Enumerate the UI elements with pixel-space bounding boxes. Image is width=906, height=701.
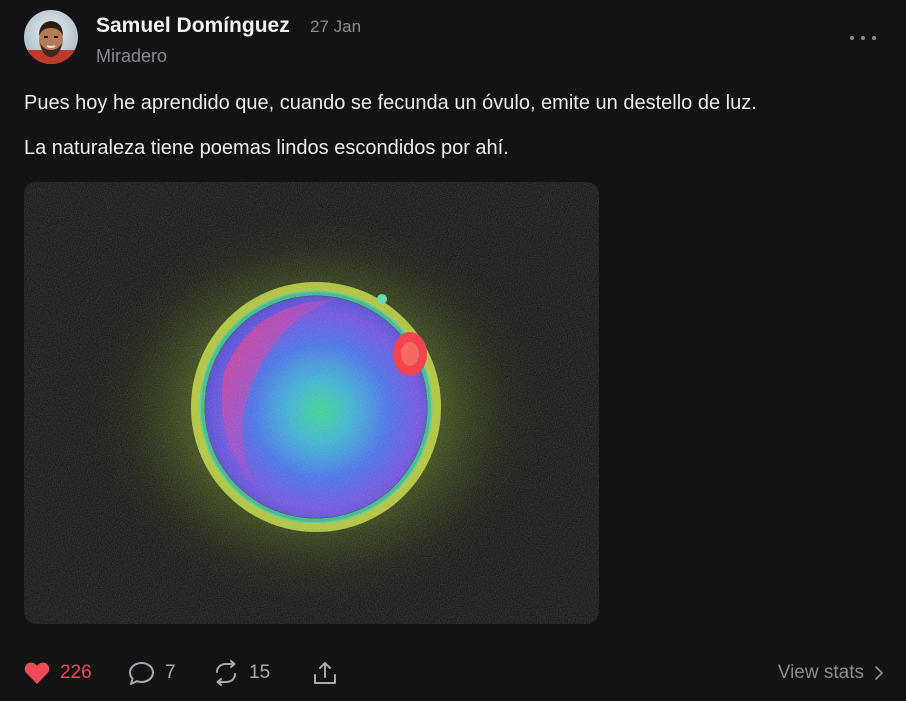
publication-name[interactable]: Miradero xyxy=(96,46,167,67)
comment-button[interactable]: 7 xyxy=(128,656,176,690)
more-options-button[interactable] xyxy=(850,28,876,48)
comment-count: 7 xyxy=(165,662,176,683)
avatar-image xyxy=(24,10,78,64)
like-button[interactable]: 226 xyxy=(24,656,92,690)
share-button[interactable] xyxy=(312,656,338,690)
share-upload-icon xyxy=(314,662,336,684)
author-name[interactable]: Samuel Domínguez xyxy=(96,14,290,38)
more-horizontal-icon xyxy=(872,36,876,40)
post-card: Samuel Domínguez 27 Jan Miradero Pues ho… xyxy=(0,0,906,701)
chevron-right-icon xyxy=(875,666,883,680)
view-stats-label: View stats xyxy=(777,662,864,683)
post-paragraph: Pues hoy he aprendido que, cuando se fec… xyxy=(24,92,757,114)
heart-icon xyxy=(24,662,50,684)
post-date: 27 Jan xyxy=(310,17,362,36)
fertilized-egg-glow-image xyxy=(24,182,599,624)
comment-bubble-icon xyxy=(129,661,154,685)
view-stats-link[interactable]: View stats xyxy=(778,656,884,690)
more-horizontal-icon xyxy=(850,36,854,40)
avatar[interactable] xyxy=(24,10,78,64)
post-image[interactable] xyxy=(24,182,599,624)
more-horizontal-icon xyxy=(861,36,865,40)
post-paragraph: La naturaleza tiene poemas lindos escond… xyxy=(24,137,509,159)
post-actions: 226 7 15 View stats xyxy=(24,656,884,690)
restack-button[interactable]: 15 xyxy=(213,656,270,690)
like-count: 226 xyxy=(60,662,92,683)
restack-arrows-icon xyxy=(216,660,236,686)
restack-count: 15 xyxy=(249,662,271,683)
